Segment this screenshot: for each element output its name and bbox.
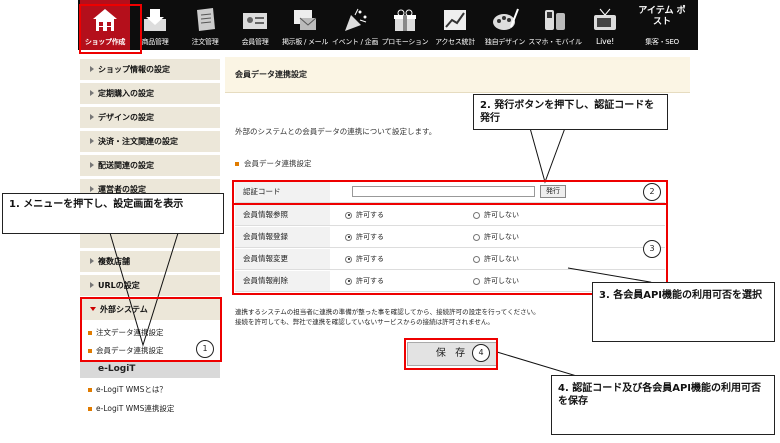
page-title: 会員データ連携設定 [225, 57, 690, 93]
nav-label: 集客・SEO [645, 38, 679, 46]
sidebar-item-label: URLの設定 [98, 281, 140, 290]
sidebar: ショップ情報の設定 定期購入の設定 デザインの設定 決済・注文関連の設定 配送関… [80, 57, 220, 443]
callout-step-4: 4. 認証コード及び各会員API機能の利用可否を保存 [551, 375, 775, 435]
chevron-right-icon [90, 186, 94, 192]
nav-events[interactable]: イベント / 企画 [330, 0, 380, 50]
nav-design[interactable]: 独自デザイン [480, 0, 530, 50]
sidebar-item-label: 配送関連の設定 [98, 161, 154, 170]
sidebar-item-label: 定期購入の設定 [98, 89, 154, 98]
sidebar-item-label: ショップ情報の設定 [98, 65, 170, 74]
bullet-icon [88, 407, 92, 411]
tv-icon [594, 8, 616, 30]
step-number-badge: 1 [196, 340, 214, 358]
inbox-icon [144, 9, 166, 31]
sidebar-subitem-label: e-LogiT WMSとは？ [96, 385, 167, 394]
nav-live[interactable]: Live! [580, 0, 630, 50]
mobile-phone-icon [545, 10, 565, 30]
sidebar-item-payment[interactable]: 決済・注文関連の設定 [80, 131, 220, 153]
top-navigation: ショップ作成 商品管理 注文管理 会員管理 掲示板 / メール イベント / 企… [78, 0, 698, 50]
nav-board-mail[interactable]: 掲示板 / メール [280, 0, 330, 50]
section-title-label: 会員データ連携設定 [244, 159, 312, 168]
sidebar-item-url[interactable]: URLの設定 [80, 275, 220, 297]
sidebar-item-shop-info[interactable]: ショップ情報の設定 [80, 59, 220, 81]
order-sheet-icon [197, 8, 215, 31]
chevron-right-icon [90, 258, 94, 264]
sidebar-item-design[interactable]: デザインの設定 [80, 107, 220, 129]
nav-orders[interactable]: 注文管理 [180, 0, 230, 50]
note-text: 連携するシステムの担当者に連携の準備が整った事を確認してから、接続許可の設定を行… [235, 308, 540, 316]
nav-members[interactable]: 会員管理 [230, 0, 280, 50]
member-card-icon [243, 13, 267, 29]
chevron-right-icon [90, 282, 94, 288]
step-number-badge: 4 [472, 344, 490, 362]
bullet-icon [235, 162, 239, 166]
sidebar-item-delivery[interactable]: 配送関連の設定 [80, 155, 220, 177]
nav-promotion[interactable]: プロモーション [380, 0, 430, 50]
sidebar-item-label: デザインの設定 [98, 113, 154, 122]
highlight-auth-code-row [232, 180, 668, 205]
chevron-right-icon [90, 138, 94, 144]
highlight-nav-shop-create [79, 4, 142, 54]
sidebar-item-multi-store[interactable]: 複数店舗 [80, 251, 220, 273]
chevron-right-icon [90, 90, 94, 96]
callout-step-2: 2. 発行ボタンを押下し、認証コードを発行 [473, 94, 668, 130]
callout-step-1: 1. メニューを押下し、設定画面を表示 [2, 193, 224, 234]
sidebar-item-label: 複数店舗 [98, 257, 130, 266]
sidebar-item-subscription[interactable]: 定期購入の設定 [80, 83, 220, 105]
chevron-right-icon [90, 66, 94, 72]
sidebar-subitem-label: e-LogiT WMS連携設定 [96, 404, 175, 413]
nav-mobile[interactable]: スマホ・モバイル [528, 0, 582, 50]
sidebar-item-label: 決済・注文関連の設定 [98, 137, 178, 146]
chevron-right-icon [90, 162, 94, 168]
page-description: 外部のシステムとの会員データの連携について設定します。 [235, 127, 437, 136]
chevron-right-icon [90, 114, 94, 120]
bullet-icon [88, 388, 92, 392]
callout-step-3: 3. 各会員API機能の利用可否を選択 [592, 282, 775, 342]
palette-icon [493, 8, 519, 30]
gift-icon [394, 9, 416, 31]
board-mail-icon [294, 10, 317, 30]
chart-icon [444, 10, 466, 30]
step-number-badge: 2 [643, 183, 661, 201]
nav-seo[interactable]: アイテム ポスト 集客・SEO [632, 0, 692, 50]
note-text: 接続を許可しても、弊社で連携を確認していないサービスからの接続は許可されません。 [235, 318, 494, 326]
item-post-logo: アイテム ポスト [638, 6, 686, 27]
sidebar-subitem-elogit-settings[interactable]: e-LogiT WMS連携設定 [88, 403, 174, 414]
elogit-header: e-LogiT [80, 360, 220, 378]
party-popper-icon [345, 8, 367, 31]
step-number-badge: 3 [643, 240, 661, 258]
sidebar-subitem-elogit-about[interactable]: e-LogiT WMSとは？ [88, 384, 167, 395]
section-title: 会員データ連携設定 [235, 158, 312, 169]
nav-access-stats[interactable]: アクセス統計 [430, 0, 480, 50]
